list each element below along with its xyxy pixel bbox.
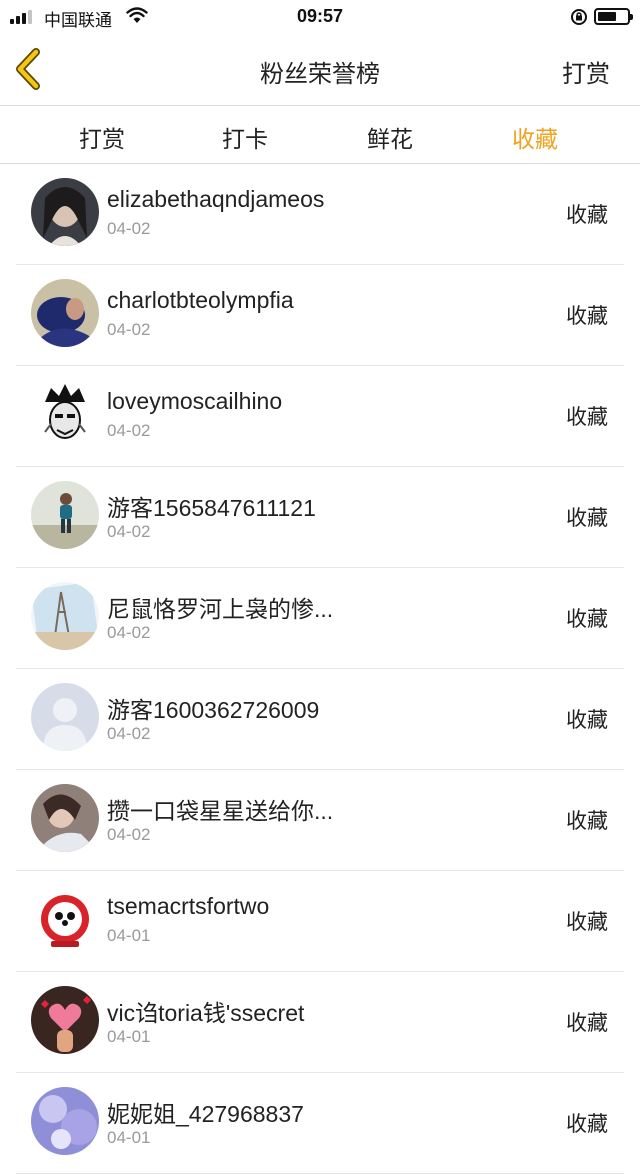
avatar (31, 178, 99, 246)
list-item[interactable]: 尼鼠恪罗河上袅的惨... 04-02 收藏 (16, 568, 624, 669)
fan-date: 04-02 (107, 825, 151, 844)
list-item[interactable]: 妮妮姐_427968837 04-01 收藏 (16, 1073, 624, 1174)
fan-date: 04-02 (107, 724, 151, 743)
fan-date: 04-01 (107, 1027, 151, 1046)
tab-reward[interactable]: 打赏 (79, 120, 125, 154)
avatar (31, 582, 99, 650)
avatar (31, 784, 99, 852)
list-item[interactable]: tsemacrtsfortwo 04-01 收藏 (16, 871, 624, 972)
fan-date: 04-02 (107, 320, 151, 339)
tab-favorites[interactable]: 收藏 (512, 120, 558, 154)
list-item[interactable]: elizabethaqndjameos 04-02 收藏 (16, 164, 624, 265)
fan-date: 04-02 (107, 219, 151, 238)
fan-action-label: 收藏 (566, 810, 608, 833)
fan-date: 04-02 (107, 421, 151, 440)
fan-date: 04-01 (107, 926, 151, 945)
fan-date: 04-02 (107, 522, 151, 541)
fan-name: charlotbteolympfia (107, 287, 294, 313)
avatar (31, 885, 99, 953)
list-item[interactable]: 攒一口袋星星送给你... 04-02 收藏 (16, 770, 624, 871)
avatar (31, 683, 99, 751)
list-item[interactable]: 游客1600362726009 04-02 收藏 (16, 669, 624, 770)
fan-action-label: 收藏 (566, 507, 608, 530)
fan-name: vic诌toria钱'ssecret (107, 1000, 305, 1026)
fan-name: 攒一口袋星星送给你... (107, 798, 334, 824)
fan-date: 04-01 (107, 1128, 151, 1147)
fan-name: tsemacrtsfortwo (107, 893, 270, 919)
list-item[interactable]: 游客1565847611121 04-02 收藏 (16, 467, 624, 568)
fan-action-label: 收藏 (566, 406, 608, 429)
tab-flowers[interactable]: 鲜花 (367, 120, 413, 154)
fan-date: 04-02 (107, 623, 151, 642)
fan-name: 游客1565847611121 (107, 495, 316, 521)
fan-name: elizabethaqndjameos (107, 186, 325, 212)
fan-action-label: 收藏 (566, 204, 608, 227)
avatar (31, 279, 99, 347)
fan-action-label: 收藏 (566, 911, 608, 934)
status-bar: 中国联通 09:57 (0, 0, 640, 34)
avatar (31, 380, 99, 448)
fan-list: elizabethaqndjameos 04-02 收藏 charlotbteo… (0, 164, 640, 1174)
nav-bar: 粉丝荣誉榜 打赏 (0, 34, 640, 106)
avatar (31, 1087, 99, 1155)
fan-name: 游客1600362726009 (107, 697, 320, 723)
fan-action-label: 收藏 (566, 709, 608, 732)
tab-bar: 打赏 打卡 鲜花 收藏 (0, 106, 640, 164)
fan-name: loveymoscailhino (107, 388, 283, 414)
fan-action-label: 收藏 (566, 1113, 608, 1136)
list-item[interactable]: loveymoscailhino 04-02 收藏 (16, 366, 624, 467)
fan-name: 尼鼠恪罗河上袅的惨... (107, 596, 334, 622)
list-item[interactable]: charlotbteolympfia 04-02 收藏 (16, 265, 624, 366)
fan-action-label: 收藏 (566, 305, 608, 328)
list-item[interactable]: vic诌toria钱'ssecret 04-01 收藏 (16, 972, 624, 1073)
fan-action-label: 收藏 (566, 608, 608, 631)
battery-icon (594, 8, 633, 25)
reward-button[interactable]: 打赏 (562, 54, 610, 89)
tab-checkin[interactable]: 打卡 (222, 120, 268, 154)
avatar (31, 481, 99, 549)
fan-name: 妮妮姐_427968837 (107, 1101, 304, 1127)
rotation-lock-icon (570, 8, 588, 31)
avatar (31, 986, 99, 1054)
clock: 09:57 (296, 6, 344, 26)
page-title: 粉丝荣誉榜 (260, 61, 380, 88)
fan-action-label: 收藏 (566, 1012, 608, 1035)
